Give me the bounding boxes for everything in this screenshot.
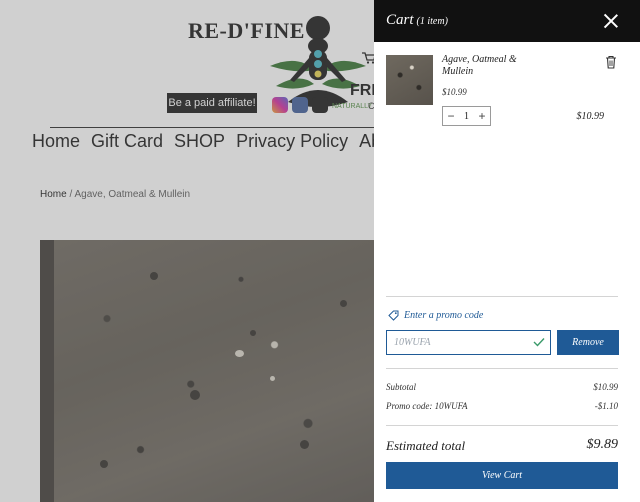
estimated-total-label: Estimated total [386,438,466,453]
minus-icon[interactable]: − [443,107,459,125]
cart-item-thumbnail[interactable] [386,55,433,105]
trash-icon[interactable] [605,55,617,69]
subtotal-label: Subtotal [386,382,417,392]
promo-code-link[interactable]: Enter a promo code [388,310,483,321]
divider [386,368,618,369]
cart-title: Cart (1 item) [386,12,448,29]
plus-icon[interactable]: + [474,107,490,125]
page-overlay[interactable] [0,0,374,502]
remove-promo-button[interactable]: Remove [557,330,619,355]
cart-title-text: Cart [386,12,414,28]
promo-code-link-label: Enter a promo code [404,310,484,321]
divider [386,296,618,297]
promo-code-input[interactable] [386,330,551,355]
cart-item-price: $10.99 [442,87,467,97]
quantity-value[interactable]: 1 [459,111,474,122]
cart-item-name[interactable]: Agave, Oatmeal & Mullein [442,54,542,78]
divider [386,425,618,426]
cart-header: Cart (1 item) [374,0,640,42]
quantity-stepper: − 1 + [442,106,491,126]
promo-discount-label: Promo code: 10WUFA [386,401,468,411]
promo-discount-value: -$1.10 [594,401,618,411]
cart-item-line-total: $10.99 [576,111,605,122]
tag-icon [388,310,399,321]
close-icon[interactable] [602,12,620,30]
estimated-total-value: $9.89 [586,437,619,452]
cart-item-count: (1 item) [416,16,448,27]
cart-panel: Cart (1 item) Agave, Oatmeal & Mullein $1… [374,0,640,502]
view-cart-button[interactable]: View Cart [386,462,618,489]
subtotal-value: $10.99 [593,382,618,392]
check-icon [533,338,545,347]
